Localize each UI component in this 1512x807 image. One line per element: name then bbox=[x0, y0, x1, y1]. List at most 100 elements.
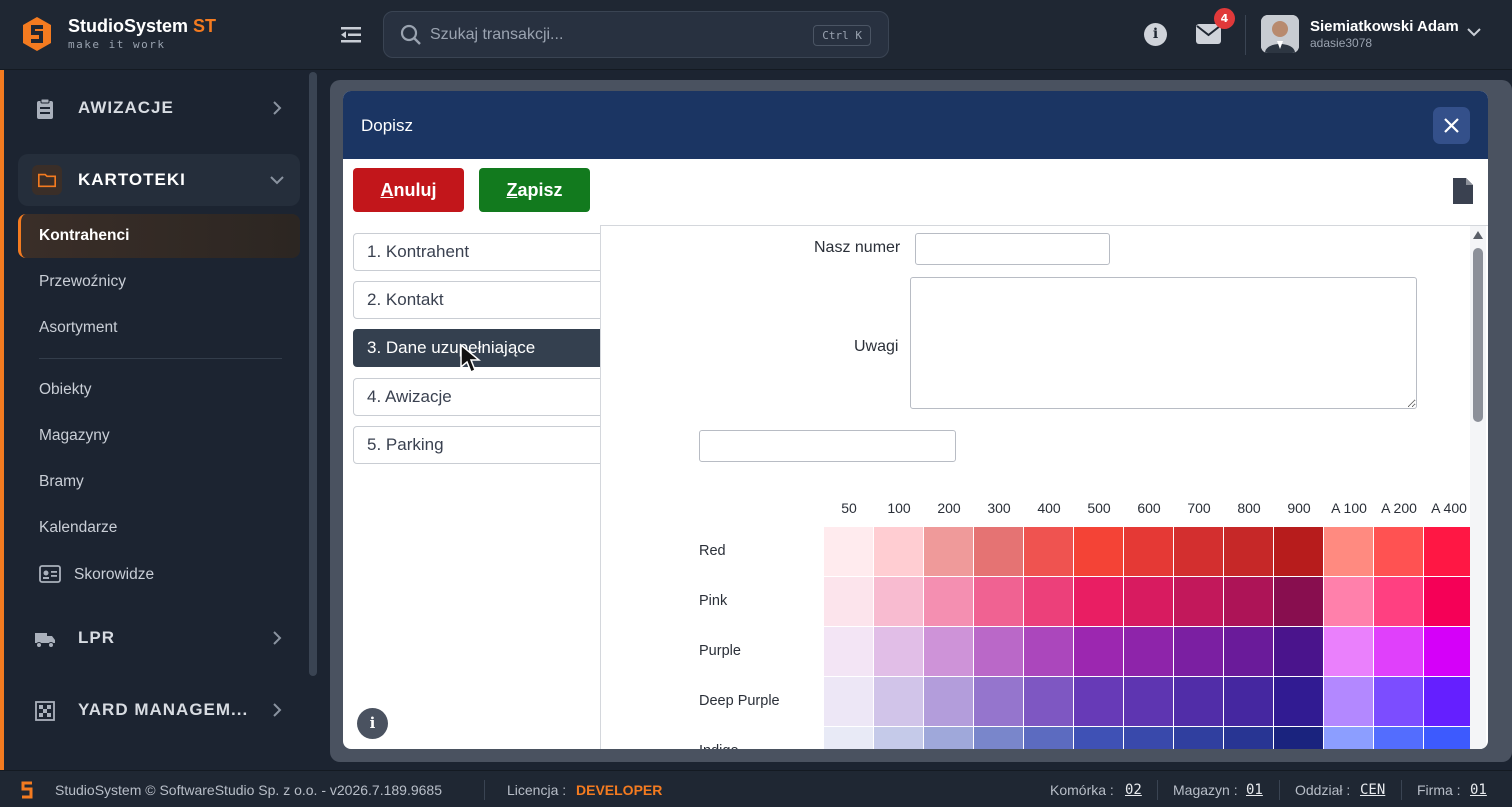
warehouse-value[interactable]: 01 bbox=[1246, 782, 1263, 798]
color-swatch[interactable] bbox=[1324, 627, 1373, 676]
sidebar-group-awizacje[interactable]: AWIZACJE bbox=[18, 82, 300, 134]
cancel-button[interactable]: Anuluj bbox=[353, 168, 464, 212]
color-swatch[interactable] bbox=[1374, 527, 1423, 576]
color-swatch[interactable] bbox=[1274, 527, 1323, 576]
color-swatch[interactable] bbox=[874, 727, 923, 749]
chevron-down-icon[interactable] bbox=[1466, 26, 1482, 38]
color-swatch[interactable] bbox=[1224, 727, 1273, 749]
color-swatch[interactable] bbox=[1024, 527, 1073, 576]
color-swatch[interactable] bbox=[1374, 677, 1423, 726]
tab-kontrahent[interactable]: 1. Kontrahent bbox=[353, 233, 601, 271]
color-swatch[interactable] bbox=[1074, 727, 1123, 749]
color-swatch[interactable] bbox=[1124, 677, 1173, 726]
color-swatch[interactable] bbox=[824, 577, 873, 626]
color-swatch[interactable] bbox=[1224, 527, 1273, 576]
studiosystem-logo-icon[interactable] bbox=[22, 16, 52, 52]
close-button[interactable] bbox=[1433, 107, 1470, 144]
color-swatch[interactable] bbox=[1374, 577, 1423, 626]
color-swatch[interactable] bbox=[924, 577, 973, 626]
sidebar-item-bramy[interactable]: Bramy bbox=[18, 460, 300, 504]
our-number-input[interactable] bbox=[915, 233, 1110, 265]
color-swatch[interactable] bbox=[824, 527, 873, 576]
color-swatch[interactable] bbox=[1074, 677, 1123, 726]
color-swatch[interactable] bbox=[1274, 577, 1323, 626]
color-swatch[interactable] bbox=[1324, 577, 1373, 626]
color-swatch[interactable] bbox=[1124, 527, 1173, 576]
color-swatch[interactable] bbox=[1124, 627, 1173, 676]
color-swatch[interactable] bbox=[974, 677, 1023, 726]
company-value[interactable]: 01 bbox=[1470, 782, 1487, 798]
color-swatch[interactable] bbox=[874, 677, 923, 726]
color-swatch[interactable] bbox=[1074, 577, 1123, 626]
sidebar-item-asortyment[interactable]: Asortyment bbox=[18, 306, 300, 350]
color-swatch[interactable] bbox=[824, 677, 873, 726]
color-swatch[interactable] bbox=[824, 727, 873, 749]
color-swatch[interactable] bbox=[1224, 627, 1273, 676]
info-icon[interactable]: i bbox=[357, 708, 388, 739]
user-name[interactable]: Siemiatkowski Adam bbox=[1310, 18, 1459, 35]
scroll-up-icon[interactable] bbox=[1472, 230, 1484, 240]
color-swatch[interactable] bbox=[1224, 577, 1273, 626]
sidebar-item-przewoznicy[interactable]: Przewoźnicy bbox=[18, 260, 300, 304]
menu-toggle-icon[interactable] bbox=[340, 24, 362, 46]
color-swatch[interactable] bbox=[1424, 627, 1473, 676]
color-swatch[interactable] bbox=[1274, 727, 1323, 749]
mail-icon[interactable] bbox=[1196, 24, 1221, 44]
branch-value[interactable]: CEN bbox=[1360, 782, 1385, 798]
scrollbar-thumb[interactable] bbox=[1473, 248, 1483, 422]
color-swatch[interactable] bbox=[974, 527, 1023, 576]
color-swatch[interactable] bbox=[1374, 627, 1423, 676]
sidebar-group-lpr[interactable]: LPR bbox=[18, 612, 300, 664]
color-swatch[interactable] bbox=[1174, 627, 1223, 676]
color-swatch[interactable] bbox=[1024, 727, 1073, 749]
info-icon[interactable]: i bbox=[1144, 23, 1167, 46]
color-swatch[interactable] bbox=[1274, 627, 1323, 676]
color-swatch[interactable] bbox=[1174, 577, 1223, 626]
color-swatch[interactable] bbox=[924, 627, 973, 676]
tab-parking[interactable]: 5. Parking bbox=[353, 426, 601, 464]
search-input[interactable] bbox=[430, 22, 790, 48]
color-swatch[interactable] bbox=[874, 627, 923, 676]
cell-value[interactable]: 02 bbox=[1125, 782, 1142, 798]
color-swatch[interactable] bbox=[924, 677, 973, 726]
color-swatch[interactable] bbox=[1174, 677, 1223, 726]
color-swatch[interactable] bbox=[1024, 577, 1073, 626]
color-swatch[interactable] bbox=[1374, 727, 1423, 749]
color-swatch[interactable] bbox=[1274, 677, 1323, 726]
extra-input[interactable] bbox=[699, 430, 956, 462]
color-swatch[interactable] bbox=[1174, 527, 1223, 576]
color-swatch[interactable] bbox=[1424, 577, 1473, 626]
search-box[interactable]: Ctrl K bbox=[383, 11, 889, 58]
sidebar-item-kontrahenci[interactable]: Kontrahenci bbox=[18, 214, 300, 258]
color-swatch[interactable] bbox=[1424, 677, 1473, 726]
color-swatch[interactable] bbox=[1324, 677, 1373, 726]
color-swatch[interactable] bbox=[824, 627, 873, 676]
color-swatch[interactable] bbox=[1324, 527, 1373, 576]
color-swatch[interactable] bbox=[1024, 677, 1073, 726]
document-icon[interactable] bbox=[1451, 176, 1475, 206]
color-swatch[interactable] bbox=[1124, 727, 1173, 749]
sidebar-item-kalendarze[interactable]: Kalendarze bbox=[18, 506, 300, 550]
color-swatch[interactable] bbox=[1324, 727, 1373, 749]
sidebar-item-skorowidze[interactable]: Skorowidze bbox=[18, 553, 300, 597]
tab-kontakt[interactable]: 2. Kontakt bbox=[353, 281, 601, 319]
notes-textarea[interactable] bbox=[910, 277, 1417, 409]
sidebar-item-magazyny[interactable]: Magazyny bbox=[18, 414, 300, 458]
color-swatch[interactable] bbox=[1074, 627, 1123, 676]
color-swatch[interactable] bbox=[1124, 577, 1173, 626]
sidebar-group-kartoteki[interactable]: KARTOTEKI bbox=[18, 154, 300, 206]
color-swatch[interactable] bbox=[974, 627, 1023, 676]
save-button[interactable]: Zapisz bbox=[479, 168, 590, 212]
color-swatch[interactable] bbox=[1224, 677, 1273, 726]
color-swatch[interactable] bbox=[1174, 727, 1223, 749]
avatar[interactable] bbox=[1261, 15, 1299, 53]
tab-awizacje[interactable]: 4. Awizacje bbox=[353, 378, 601, 416]
sidebar-item-obiekty[interactable]: Obiekty bbox=[18, 368, 300, 412]
color-swatch[interactable] bbox=[974, 727, 1023, 749]
color-swatch[interactable] bbox=[1424, 527, 1473, 576]
color-swatch[interactable] bbox=[874, 527, 923, 576]
color-swatch[interactable] bbox=[1024, 627, 1073, 676]
color-swatch[interactable] bbox=[974, 577, 1023, 626]
color-swatch[interactable] bbox=[924, 527, 973, 576]
sidebar-scrollbar[interactable] bbox=[309, 72, 317, 676]
